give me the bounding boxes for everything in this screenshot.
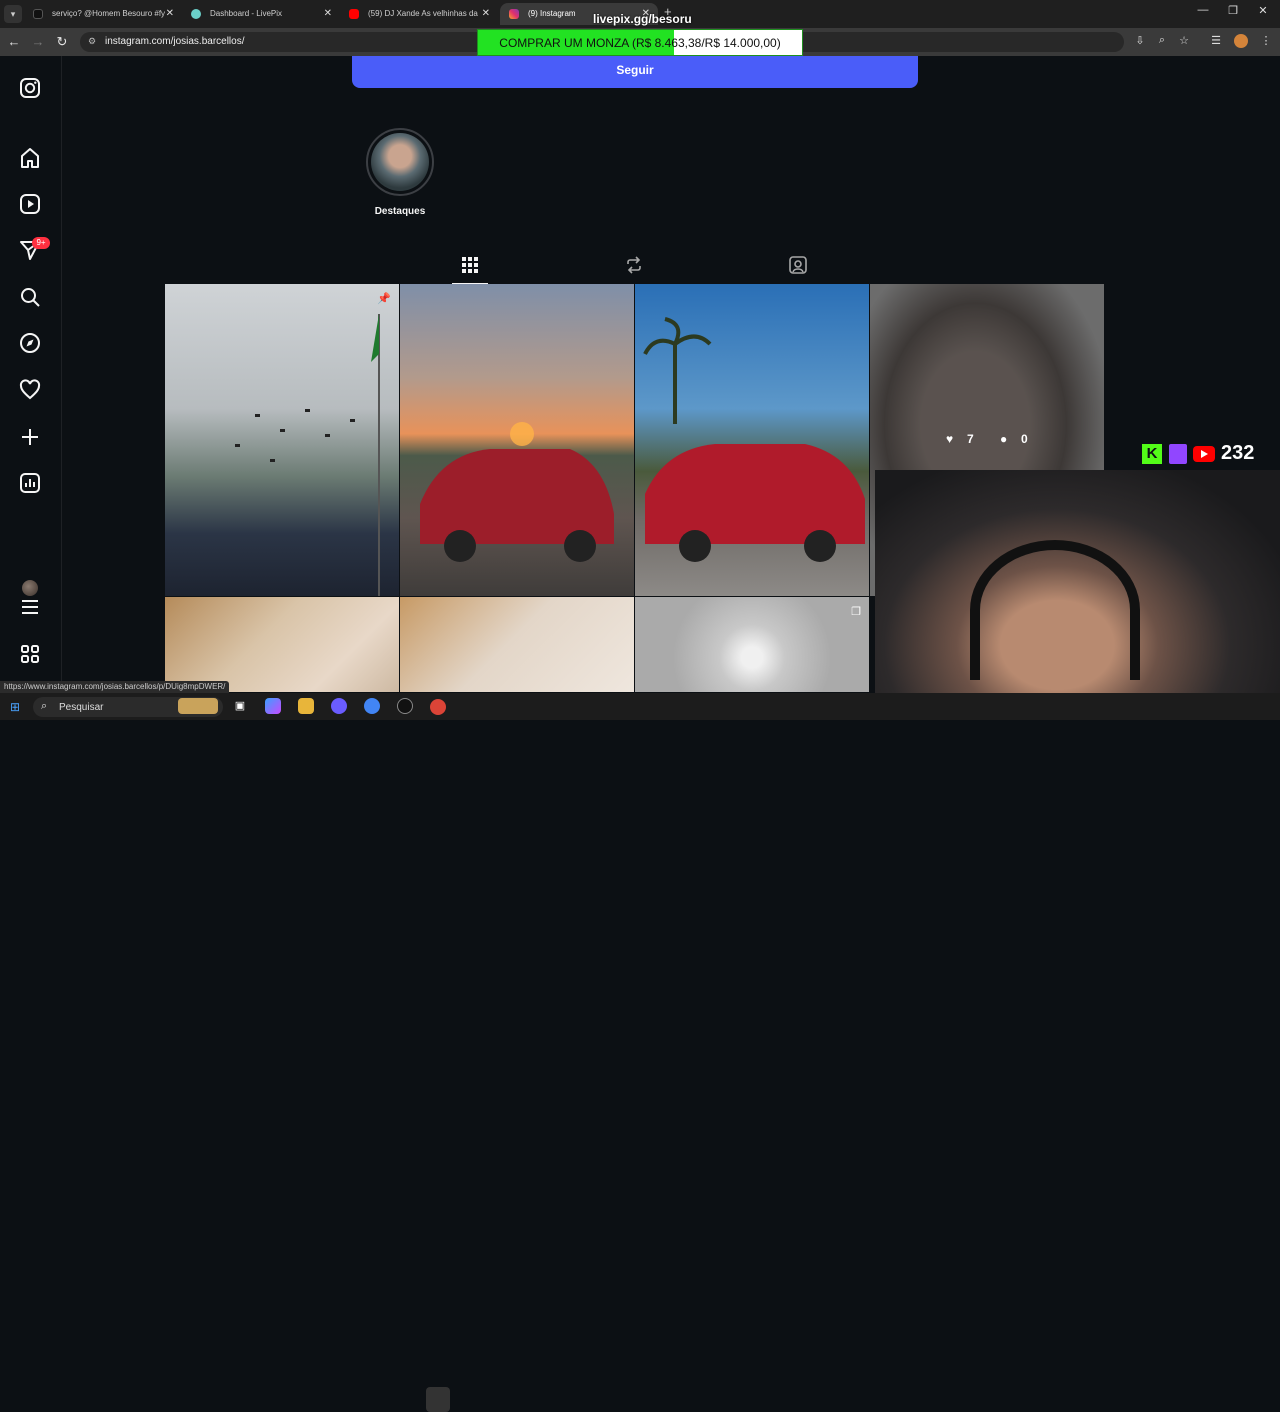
chrome-icon[interactable]: [364, 698, 380, 714]
messenger-icon[interactable]: [331, 698, 347, 714]
viewer-counter: K 232: [1142, 442, 1262, 466]
more-apps-icon[interactable]: [19, 643, 41, 665]
windows-start-icon[interactable]: ⊞: [10, 701, 22, 713]
menu-icon[interactable]: [19, 596, 41, 618]
post-mirror-1[interactable]: [165, 597, 399, 692]
post-graduation[interactable]: 📌: [165, 284, 399, 596]
instagram-sidebar: 9+: [0, 56, 62, 692]
instagram-logo-icon[interactable]: [19, 77, 41, 99]
donation-goal-text: COMPRAR UM MONZA (R$ 8.463,38/R$ 14.000,…: [499, 36, 781, 50]
tiktok-icon: [33, 9, 43, 19]
browser-tab-1[interactable]: serviço? @Homem Besouro #fy ✕: [24, 3, 182, 25]
comments-count: 0: [1021, 432, 1028, 446]
task-view-icon[interactable]: ▣: [232, 698, 248, 714]
site-info-icon[interactable]: ⚙: [88, 36, 96, 47]
post-sunset-car[interactable]: [400, 284, 634, 596]
post-red-car[interactable]: [635, 284, 869, 596]
windows-taskbar: ⊞ ⌕ Pesquisar ▣: [0, 693, 1280, 1412]
chrome-active-icon[interactable]: [430, 699, 446, 715]
post-light[interactable]: ❐: [635, 597, 869, 692]
highlight-thumbnail: [371, 133, 429, 191]
active-app-highlight: [426, 1387, 450, 1412]
file-explorer-icon[interactable]: [298, 698, 314, 714]
profile-tabs: [165, 246, 1105, 284]
weather-widget-icon[interactable]: [178, 698, 218, 714]
youtube-icon: [1193, 446, 1215, 462]
create-icon[interactable]: [19, 426, 41, 448]
follow-button[interactable]: Seguir: [352, 56, 918, 88]
link-status-bar: https://www.instagram.com/josias.barcell…: [0, 681, 230, 693]
install-icon[interactable]: ⇩: [1132, 34, 1148, 47]
reload-icon[interactable]: ↻: [53, 33, 71, 51]
tab-search-button[interactable]: ▾: [4, 5, 22, 23]
back-icon[interactable]: ←: [5, 33, 23, 51]
highlight-label: Destaques: [374, 206, 426, 217]
bookmark-star-icon[interactable]: ☆: [1176, 34, 1192, 47]
tab-title: serviço? @Homem Besouro #fy: [52, 9, 166, 18]
tab-title: Dashboard - LivePix: [210, 9, 283, 18]
close-icon[interactable]: ✕: [482, 3, 490, 25]
instagram-icon: [509, 9, 519, 19]
headset-shape: [970, 540, 1140, 680]
reposts-tab[interactable]: [616, 246, 652, 284]
livepix-icon: [191, 9, 201, 19]
home-icon[interactable]: [19, 147, 41, 169]
posts-grid-tab[interactable]: [452, 246, 488, 284]
zoom-icon[interactable]: ⌕: [1154, 34, 1170, 47]
window-close-icon[interactable]: ✕: [1248, 4, 1278, 17]
notifications-badge: 9+: [32, 237, 50, 249]
obs-icon[interactable]: [397, 698, 413, 714]
browser-profile-avatar[interactable]: [1234, 34, 1248, 48]
close-icon[interactable]: ✕: [324, 3, 332, 25]
minimize-icon[interactable]: —: [1188, 4, 1218, 16]
tab-title: (59) DJ Xande As velhinhas da: [368, 9, 478, 18]
profile-avatar[interactable]: [22, 580, 38, 596]
reading-list-icon[interactable]: ☰: [1208, 34, 1224, 47]
post-mirror-2[interactable]: [400, 597, 634, 692]
kick-icon: K: [1142, 444, 1162, 464]
search-icon: ⌕: [41, 700, 48, 712]
webcam-overlay: [875, 470, 1280, 720]
heart-icon[interactable]: [19, 379, 41, 401]
tab-title: (9) Instagram: [528, 9, 576, 18]
donation-goal-bar: COMPRAR UM MONZA (R$ 8.463,38/R$ 14.000,…: [477, 29, 803, 56]
highlight-ring: [366, 128, 434, 196]
browser-tab-2[interactable]: Dashboard - LivePix ✕: [182, 3, 340, 25]
reels-icon[interactable]: [19, 193, 41, 215]
youtube-icon: [349, 9, 359, 19]
copilot-icon[interactable]: [265, 698, 281, 714]
carousel-icon: ❐: [851, 606, 861, 618]
search-placeholder: Pesquisar: [59, 702, 104, 713]
browser-menu-icon[interactable]: ⋮: [1258, 34, 1274, 47]
comments-icon: ●: [1000, 432, 1008, 446]
forward-icon[interactable]: →: [29, 33, 47, 51]
explore-icon[interactable]: [19, 332, 41, 354]
search-icon[interactable]: [19, 286, 41, 308]
livepix-label: livepix.gg/besoru: [593, 12, 692, 26]
likes-count: 7: [967, 432, 974, 446]
likes-icon: ♥: [946, 432, 954, 446]
browser-tab-3[interactable]: (59) DJ Xande As velhinhas da ✕: [340, 3, 498, 25]
viewer-count: 232: [1221, 442, 1255, 464]
close-icon[interactable]: ✕: [166, 3, 174, 25]
dashboard-icon[interactable]: [19, 472, 41, 494]
url-text[interactable]: instagram.com/josias.barcellos/: [105, 36, 245, 47]
twitch-icon: [1169, 444, 1187, 464]
pinned-icon: 📌: [377, 293, 391, 305]
story-highlight[interactable]: Destaques: [366, 128, 434, 217]
restore-icon[interactable]: ❐: [1218, 4, 1248, 17]
tagged-tab[interactable]: [780, 246, 816, 284]
